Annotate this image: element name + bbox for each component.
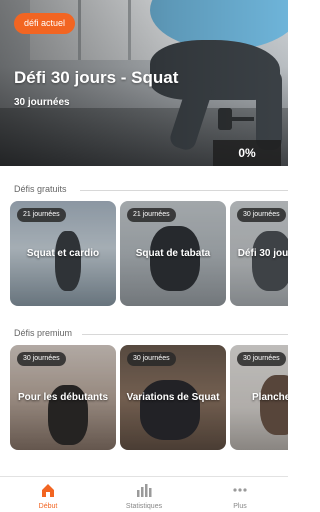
nav-label-home: Début	[38, 503, 58, 510]
more-dots-icon	[233, 488, 247, 492]
challenge-card[interactable]: 21 journées Squat de tabata	[120, 201, 226, 306]
card-title: Pour les débutants	[17, 392, 108, 403]
card-title: Planche et	[252, 392, 288, 403]
challenge-card[interactable]: 30 journées Défi 30 jours Squat	[230, 201, 288, 306]
premium-challenges-header: Défis premium	[0, 328, 288, 342]
home-icon	[42, 484, 54, 497]
premium-challenges-row[interactable]: 30 journées Pour les débutants 30 journé…	[10, 345, 288, 450]
card-title: Défi 30 jours Squat	[237, 248, 288, 259]
current-challenge-badge: défi actuel	[14, 13, 76, 34]
challenge-progress: 0%	[213, 140, 281, 166]
current-challenge-banner[interactable]: défi actuel Défi 30 jours - Squat 30 jou…	[0, 0, 288, 166]
section-divider	[80, 190, 288, 191]
bottom-navigation: Début Statistiques Plus	[0, 476, 288, 512]
premium-challenges-label: Défis premium	[14, 328, 77, 338]
challenge-title: Défi 30 jours - Squat	[14, 68, 179, 87]
free-challenges-label: Défis gratuits	[14, 184, 71, 194]
card-title: Squat et cardio	[26, 248, 100, 259]
free-challenges-row[interactable]: 21 journées Squat et cardio 21 journées …	[10, 201, 288, 306]
free-challenges-header: Défis gratuits	[0, 184, 288, 198]
section-divider	[82, 334, 288, 335]
nav-item-statistics[interactable]: Statistiques	[96, 477, 192, 512]
challenge-card[interactable]: 21 journées Squat et cardio	[10, 201, 116, 306]
challenge-card[interactable]: 30 journées Planche et	[230, 345, 288, 450]
card-title: Squat de tabata	[135, 248, 211, 259]
app-screen: défi actuel Défi 30 jours - Squat 30 jou…	[0, 0, 288, 512]
nav-label-statistics: Statistiques	[125, 503, 163, 510]
bar-chart-icon	[137, 484, 152, 497]
nav-item-more[interactable]: Plus	[192, 477, 288, 512]
challenge-card[interactable]: 30 journées Variations de Squat	[120, 345, 226, 450]
nav-item-home[interactable]: Début	[0, 477, 96, 512]
card-title: Variations de Squat	[126, 392, 220, 403]
challenge-card[interactable]: 30 journées Pour les débutants	[10, 345, 116, 450]
nav-label-more: Plus	[233, 503, 247, 510]
challenge-duration: 30 journées	[14, 97, 70, 108]
